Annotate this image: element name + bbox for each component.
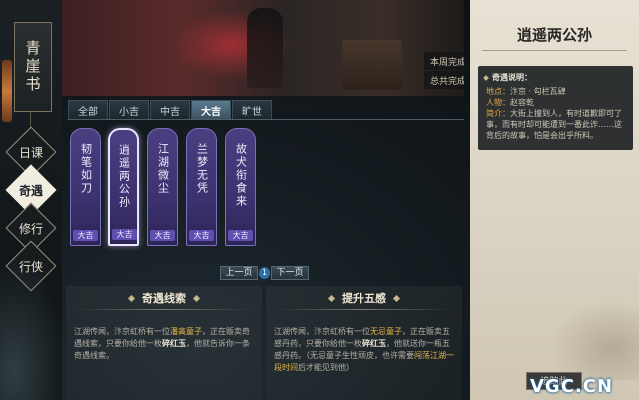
- diamond-bullet-icon: [127, 294, 136, 302]
- completion-stats: 本周完成 2 次 总共完成 15 次: [424, 50, 464, 90]
- tab-all[interactable]: 全部: [68, 100, 108, 119]
- pager: 上一页 1 下一页: [220, 266, 310, 280]
- item-name: 碎红玉: [162, 339, 186, 348]
- page-number-badge: 1: [259, 267, 270, 279]
- ink-painting-decoration: [550, 300, 639, 380]
- prev-page-button[interactable]: 上一页: [220, 266, 258, 280]
- clue-panel-text: 江湖传闻，汴京虹桥有一位潘高童子，正在贩卖奇遇线索，只要你给他一枚碎红玉，他就告…: [74, 326, 256, 362]
- detail-title: 逍遥两公孙: [516, 26, 592, 44]
- game-ui: 青崖书 日课 奇遇 修行 行侠 本周完成 2 次 总共完成 15 次: [0, 0, 639, 400]
- detail-person-row: 人物：赵容乾: [486, 97, 628, 108]
- rarity-tag: 大吉: [112, 229, 137, 240]
- banner-figure: [247, 8, 283, 88]
- encounter-card-title: 逍遥两公孙: [117, 144, 131, 209]
- weekly-completion-row: 本周完成 2 次: [424, 52, 464, 70]
- detail-section-title: 奇遇说明：: [492, 73, 532, 82]
- lantern-decoration: [2, 60, 12, 122]
- enhance-panel-text: 江湖传闻，汴京虹桥有一位无忌童子，正在贩卖五感丹药，只要你给他一枚碎红玉，他就送…: [274, 326, 456, 374]
- enhance-panel-header: 提升五感: [266, 290, 462, 306]
- npc-name: 无忌童子: [370, 327, 402, 336]
- enhance-text: 江湖传闻，汴京虹桥有一位: [274, 327, 370, 336]
- rarity-tabs: 全部 小吉 中吉 大吉 旷世: [68, 100, 464, 120]
- detail-location-row: 地点：汴京 · 勾栏瓦肆: [486, 86, 628, 97]
- total-completion-row: 总共完成 15 次: [424, 71, 464, 89]
- detail-person-label: 人物：: [486, 98, 510, 107]
- detail-intro-label: 简介：: [486, 109, 510, 118]
- clue-text: 江湖传闻，汴京虹桥有一位: [74, 327, 170, 336]
- left-nav: 青崖书 日课 奇遇 修行 行侠: [0, 0, 70, 400]
- site-watermark: VGC.CN: [530, 376, 614, 397]
- clue-panel-title: 奇遇线索: [142, 292, 186, 305]
- detail-location-label: 地点：: [486, 87, 510, 96]
- encounter-card-title: 江湖微尘: [156, 143, 170, 195]
- enhance-senses-panel[interactable]: 提升五感 江湖传闻，汴京虹桥有一位无忌童子，正在贩卖五感丹药，只要你给他一枚碎红…: [266, 286, 462, 400]
- rarity-tag: 大吉: [73, 230, 98, 241]
- total-completion-label: 总共完成: [430, 76, 464, 87]
- diamond-bullet-icon: [392, 294, 401, 302]
- encounter-card-selected[interactable]: 逍遥两公孙 大吉: [108, 128, 139, 246]
- banner-chair: [342, 40, 402, 90]
- book-title: 青崖书: [23, 40, 42, 94]
- encounter-card-list: 韧笔如刀 大吉 逍遥两公孙 大吉 江湖微尘 大吉 兰梦无凭 大吉 故犬衔食来 大…: [68, 124, 464, 250]
- enhance-panel-title: 提升五感: [342, 292, 386, 305]
- detail-description-box: 奇遇说明： 地点：汴京 · 勾栏瓦肆 人物：赵容乾 简介：大街上撞到人，有时道歉…: [478, 66, 633, 150]
- tab-legendary[interactable]: 旷世: [232, 100, 272, 119]
- book-title-plaque: 青崖书: [14, 22, 52, 112]
- encounter-card[interactable]: 故犬衔食来 大吉: [225, 128, 256, 246]
- encounter-banner-art: 本周完成 2 次 总共完成 15 次: [62, 0, 464, 96]
- enhance-text: 后才能见到他）: [298, 363, 354, 372]
- diamond-bullet-icon: [483, 74, 489, 81]
- rarity-tag: 大吉: [228, 230, 253, 241]
- encounter-detail-panel: 逍遥两公孙 奇遇说明： 地点：汴京 · 勾栏瓦肆 人物：赵容乾 简介：大街上撞到…: [470, 0, 639, 400]
- encounter-card[interactable]: 兰梦无凭 大吉: [186, 128, 217, 246]
- encounter-card[interactable]: 江湖微尘 大吉: [147, 128, 178, 246]
- clue-panel[interactable]: 奇遇线索 江湖传闻，汴京虹桥有一位潘高童子，正在贩卖奇遇线索，只要你给他一枚碎红…: [66, 286, 262, 400]
- divider: [276, 309, 452, 310]
- tab-small-luck[interactable]: 小吉: [109, 100, 149, 119]
- encounter-card[interactable]: 韧笔如刀 大吉: [70, 128, 101, 246]
- detail-section-header: 奇遇说明：: [483, 72, 532, 83]
- diamond-bullet-icon: [192, 294, 201, 302]
- npc-name: 潘高童子: [170, 327, 202, 336]
- detail-divider: [482, 50, 627, 51]
- weekly-completion-label: 本周完成: [430, 57, 464, 68]
- next-page-button[interactable]: 下一页: [271, 266, 309, 280]
- encounter-card-title: 兰梦无凭: [195, 143, 209, 195]
- tab-medium-luck[interactable]: 中吉: [150, 100, 190, 119]
- rarity-tag: 大吉: [150, 230, 175, 241]
- item-name: 碎红玉: [362, 339, 386, 348]
- detail-person-value: 赵容乾: [510, 98, 534, 107]
- encounter-card-title: 故犬衔食来: [234, 143, 248, 208]
- diamond-bullet-icon: [327, 294, 336, 302]
- detail-location-value: 汴京 · 勾栏瓦肆: [510, 87, 566, 96]
- plum-branch-decoration: [0, 260, 70, 400]
- rarity-tag: 大吉: [189, 230, 214, 241]
- clue-panel-header: 奇遇线索: [66, 290, 262, 306]
- detail-intro-row: 简介：大街上撞到人，有时道歉即可了事，而有时却可能遭到一番此诈……这背后的故事，…: [486, 108, 628, 141]
- tab-great-luck[interactable]: 大吉: [191, 100, 231, 119]
- divider: [76, 309, 252, 310]
- encounter-card-title: 韧笔如刀: [79, 143, 93, 195]
